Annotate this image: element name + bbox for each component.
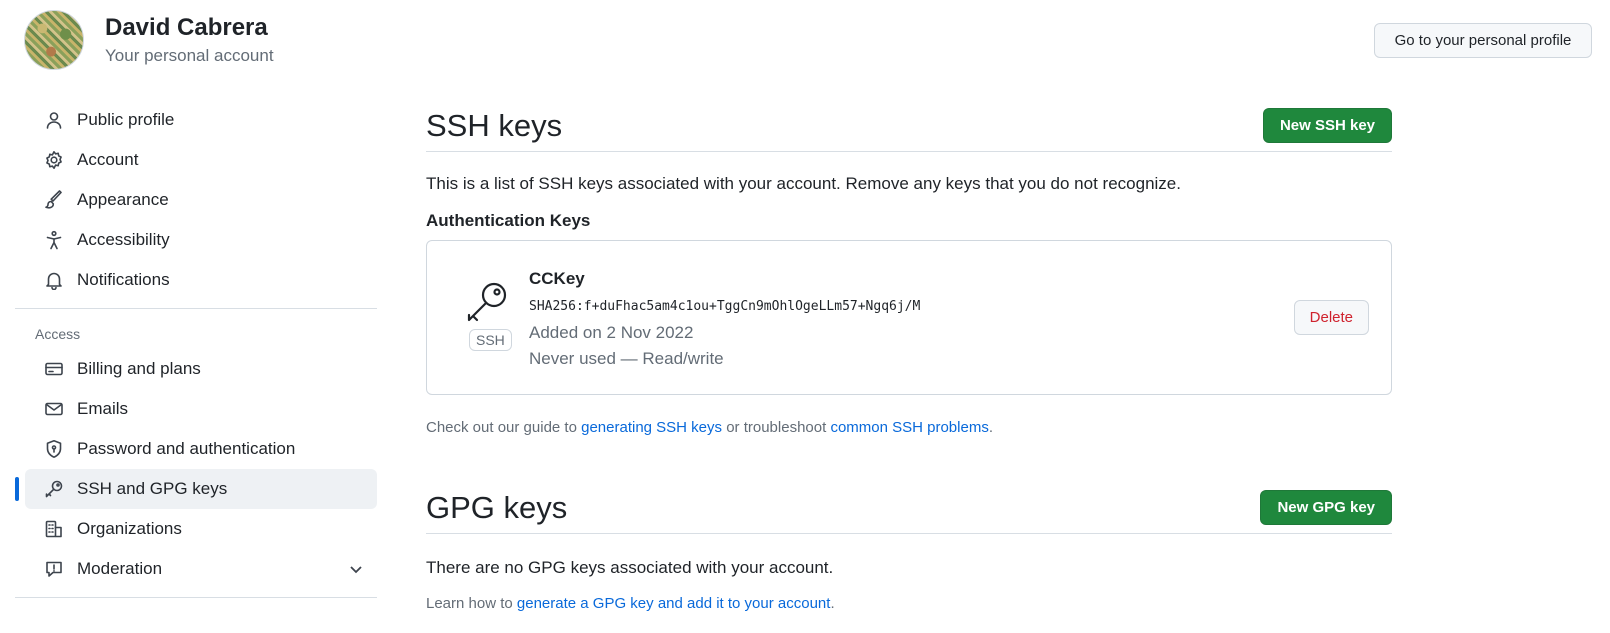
sidebar-divider: [15, 308, 377, 309]
settings-sidebar: Public profile Account Appearance Access…: [15, 100, 377, 608]
ssh-keys-title: SSH keys: [426, 107, 563, 143]
account-name: David Cabrera: [105, 14, 268, 41]
sidebar-item-label: Emails: [77, 399, 129, 418]
sidebar-item-appearance[interactable]: Appearance: [25, 180, 377, 220]
organization-icon: [43, 518, 65, 540]
sidebar-item-public-profile[interactable]: Public profile: [25, 100, 377, 140]
sidebar-item-label: Organizations: [77, 519, 182, 538]
sidebar-item-account[interactable]: Account: [25, 140, 377, 180]
shield-lock-icon: [43, 438, 65, 460]
gear-icon: [43, 149, 65, 171]
avatar[interactable]: [24, 10, 84, 70]
authentication-keys-heading: Authentication Keys: [426, 211, 591, 230]
sidebar-section-access: Access: [35, 326, 81, 342]
active-indicator: [15, 477, 19, 501]
sidebar-item-organizations[interactable]: Organizations: [25, 509, 377, 549]
ssh-guide-text: Check out our guide to generating SSH ke…: [426, 419, 1392, 436]
ssh-keys-header: SSH keys New SSH key: [426, 100, 1392, 152]
learn-suffix: .: [830, 595, 835, 612]
report-icon: [43, 558, 65, 580]
sidebar-item-label: Account: [77, 150, 139, 169]
go-to-profile-button[interactable]: Go to your personal profile: [1374, 23, 1592, 58]
gpg-empty-text: There are no GPG keys associated with yo…: [426, 558, 834, 577]
sidebar-item-label: SSH and GPG keys: [77, 479, 228, 498]
sidebar-item-notifications[interactable]: Notifications: [25, 260, 377, 300]
sidebar-divider: [15, 597, 377, 598]
key-title: CCKey: [529, 269, 585, 288]
guide-prefix: Check out our guide to: [426, 419, 582, 436]
key-icon: [43, 478, 65, 500]
key-icon: [465, 279, 511, 325]
sidebar-item-billing[interactable]: Billing and plans: [25, 349, 377, 389]
sidebar-item-label: Appearance: [77, 190, 169, 209]
guide-suffix: .: [988, 419, 993, 436]
guide-middle: or troubleshoot: [722, 419, 831, 436]
gpg-learn-text: Learn how to generate a GPG key and add …: [426, 595, 1392, 612]
mail-icon: [43, 398, 65, 420]
sidebar-item-label: Password and authentication: [77, 439, 296, 458]
accessibility-icon: [43, 229, 65, 251]
generating-ssh-keys-link[interactable]: generating SSH keys: [581, 419, 722, 436]
learn-prefix: Learn how to: [426, 595, 517, 612]
key-usage: Never used — Read/write: [529, 349, 724, 368]
new-gpg-key-button[interactable]: New GPG key: [1260, 490, 1392, 525]
ssh-key-item: SSH CCKey SHA256:f+duFhac5am4c1ou+TggCn9…: [426, 240, 1392, 395]
ssh-badge: SSH: [469, 329, 512, 351]
paintbrush-icon: [43, 189, 65, 211]
person-icon: [43, 109, 65, 131]
key-fingerprint: SHA256:f+duFhac5am4c1ou+TggCn9mOhlOgeLLm…: [529, 299, 921, 314]
sidebar-item-label: Notifications: [77, 270, 170, 289]
bell-icon: [43, 269, 65, 291]
main-content: SSH keys New SSH key This is a list of S…: [426, 100, 1392, 612]
sidebar-item-label: Moderation: [77, 559, 163, 578]
sidebar-item-accessibility[interactable]: Accessibility: [25, 220, 377, 260]
gpg-keys-header: GPG keys New GPG key: [426, 482, 1392, 534]
gpg-keys-title: GPG keys: [426, 489, 568, 525]
sidebar-item-password-auth[interactable]: Password and authentication: [25, 429, 377, 469]
sidebar-item-ssh-gpg-keys[interactable]: SSH and GPG keys: [15, 469, 377, 509]
key-added-date: Added on 2 Nov 2022: [529, 323, 694, 342]
account-subtitle: Your personal account: [105, 46, 274, 65]
sidebar-item-label: Billing and plans: [77, 359, 201, 378]
ssh-intro-text: This is a list of SSH keys associated wi…: [426, 174, 1181, 193]
new-ssh-key-button[interactable]: New SSH key: [1262, 108, 1392, 143]
sidebar-item-label: Accessibility: [77, 230, 170, 249]
generate-gpg-key-link[interactable]: generate a GPG key and add it to your ac…: [517, 595, 831, 612]
credit-card-icon: [43, 358, 65, 380]
sidebar-item-emails[interactable]: Emails: [25, 389, 377, 429]
common-ssh-problems-link[interactable]: common SSH problems: [830, 419, 988, 436]
sidebar-item-moderation[interactable]: Moderation: [25, 549, 377, 589]
delete-key-button[interactable]: Delete: [1293, 300, 1369, 335]
chevron-down-icon[interactable]: [347, 560, 365, 583]
sidebar-item-label: Public profile: [77, 110, 175, 129]
